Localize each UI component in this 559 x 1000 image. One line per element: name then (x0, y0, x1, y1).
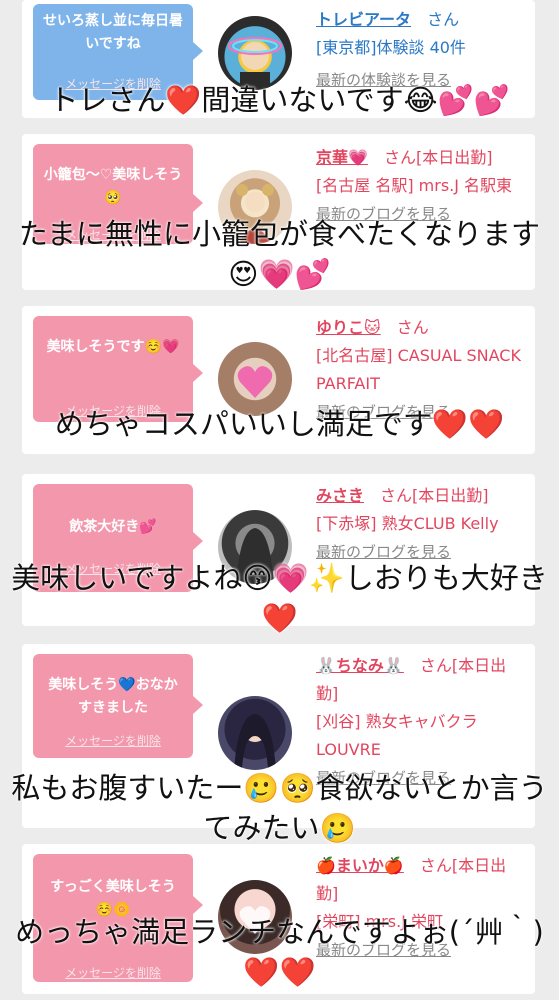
honorific: さん[本日出勤] (383, 148, 493, 167)
bubble-tail (193, 194, 203, 212)
shop-info: [東京都]体験談 40件 (316, 38, 466, 57)
avatar[interactable] (218, 16, 292, 90)
profile-name-link[interactable]: ゆりこ🐱 (316, 318, 381, 337)
message-text: 美味しそう💙おなかすきました (48, 677, 178, 716)
avatar[interactable] (218, 696, 292, 770)
bubble-tail (193, 42, 203, 60)
overlay-caption: 私もお腹すいたー🥲🥺食欲ないとか言うてみたい🥲 (11, 771, 548, 845)
shop-info: [刈谷] 熟女キャバクラ LOUVRE (316, 712, 478, 759)
shop-info: [北名古屋] CASUAL SNACK PARFAIT (316, 346, 521, 393)
honorific: さん[本日出勤] (380, 486, 489, 505)
delete-message-link[interactable]: メッセージを削除 (33, 732, 193, 749)
profile-info: トレビアータ さん [東京都]体験談 40件 最新の体験談を見る (316, 6, 528, 90)
message-text: 小籠包〜♡美味しそう🥺 (43, 167, 183, 206)
overlay-caption: めちゃコスパいいし満足です❤️❤️ (54, 407, 505, 441)
message-text: せいろ蒸し並に毎日暑いですね (43, 13, 183, 52)
profile-name-link[interactable]: トレビアータ (316, 10, 411, 29)
message-text: 飲茶大好き💕 (69, 519, 157, 535)
honorific: さん (396, 318, 429, 337)
profile-name-link[interactable]: 🍎まいか🍎 (316, 856, 404, 875)
bubble-tail (193, 696, 203, 714)
message-text: 美味しそうです☺️💗 (46, 339, 180, 355)
profile-name-link[interactable]: みさき (316, 486, 364, 505)
overlay-caption: トレさん❤️間違いないです😂💕💕 (49, 83, 510, 117)
bubble-tail (193, 364, 203, 382)
shop-info: [名古屋 名駅] mrs.J 名駅東 (316, 176, 513, 195)
profile-info: みさき さん[本日出勤] [下赤塚] 熟女CLUB Kelly 最新のブログを見… (316, 482, 528, 566)
overlay-caption: たまに無性に小籠包が食べたくなります😍💗💕 (18, 217, 541, 291)
shop-info: [下赤塚] 熟女CLUB Kelly (316, 514, 499, 533)
profile-name-link[interactable]: 京華💗 (316, 148, 368, 167)
avatar-illustration-icon (234, 714, 276, 770)
profile-name-link[interactable]: 🐰ちなみ🐰 (316, 656, 404, 675)
overlay-caption: 美味しいですよね😙💗✨しおりも大好き❤️ (11, 561, 548, 635)
overlay-caption: めっちゃ満足ランチなんですよぉ(´艸｀)❤️❤️ (15, 915, 544, 989)
avatar-illustration-icon (228, 37, 282, 90)
bubble-tail (193, 532, 203, 550)
honorific: さん (427, 10, 460, 29)
